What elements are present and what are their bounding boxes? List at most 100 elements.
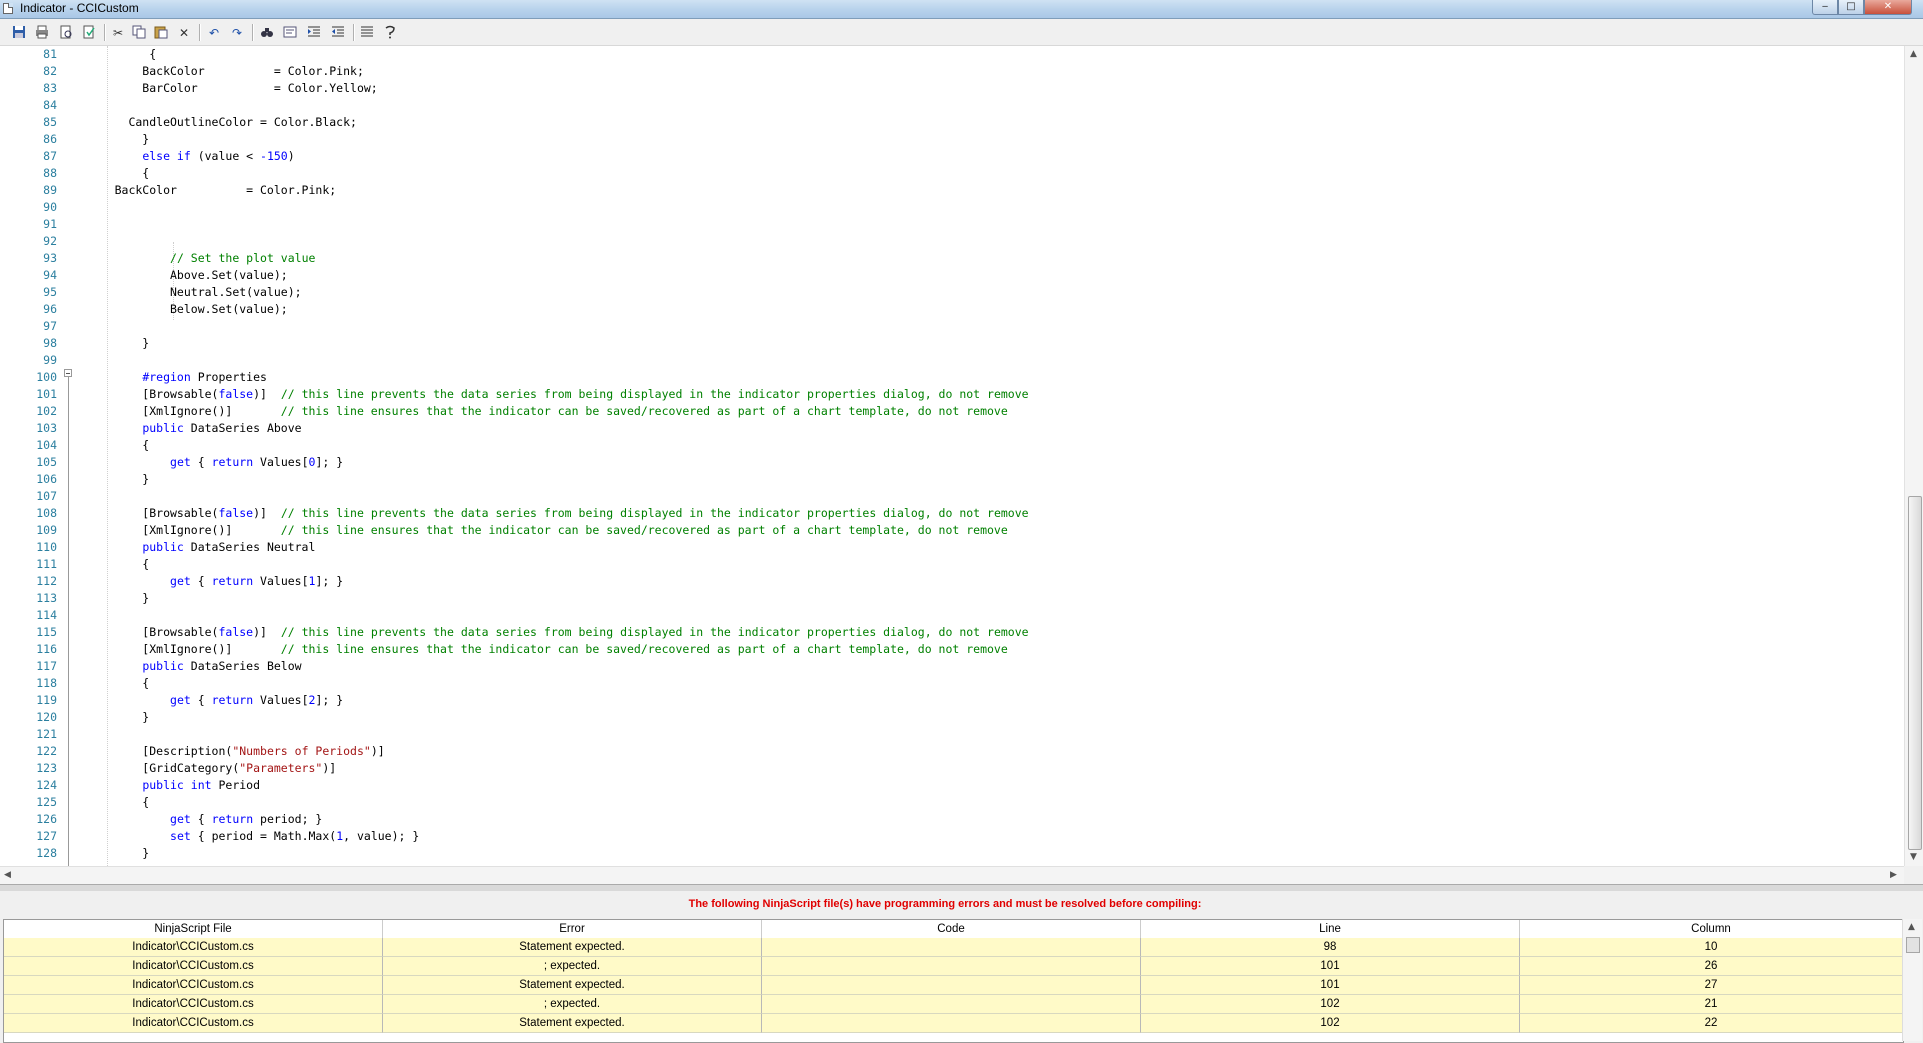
code-line[interactable]: 87 else if (value < -150) <box>0 148 1900 165</box>
redo-icon[interactable]: ↷ <box>229 25 245 41</box>
replace-icon[interactable] <box>282 25 298 41</box>
code-line[interactable]: 84 <box>0 97 1900 114</box>
code-line[interactable]: 105 get { return Values[0]; } <box>0 454 1900 471</box>
code-line[interactable]: 85 CandleOutlineColor = Color.Black; <box>0 114 1900 131</box>
code-line[interactable]: 86 } <box>0 131 1900 148</box>
editor-vertical-scrollbar[interactable]: ▲ ▼ <box>1904 46 1923 866</box>
code-text[interactable]: } <box>80 709 149 726</box>
code-text[interactable]: } <box>80 590 149 607</box>
column-header-file[interactable]: NinjaScript File <box>4 920 383 938</box>
code-line[interactable]: 88 { <box>0 165 1900 182</box>
code-line[interactable]: 127 set { period = Math.Max(1, value); } <box>0 828 1900 845</box>
cut-icon[interactable]: ✂ <box>110 25 126 41</box>
code-line[interactable]: 113 } <box>0 590 1900 607</box>
column-header-error[interactable]: Error <box>383 920 762 938</box>
code-line[interactable]: 123 [GridCategory("Parameters")] <box>0 760 1900 777</box>
find-icon[interactable] <box>259 25 275 41</box>
paste-icon[interactable] <box>153 25 169 41</box>
code-text[interactable]: public DataSeries Below <box>80 658 301 675</box>
code-text[interactable]: } <box>80 845 149 862</box>
minimize-button[interactable]: ‒ <box>1812 0 1838 15</box>
code-line[interactable]: 109 [XmlIgnore()] // this line ensures t… <box>0 522 1900 539</box>
code-text[interactable]: else if (value < -150) <box>80 148 294 165</box>
code-line[interactable]: 117 public DataSeries Below <box>0 658 1900 675</box>
code-text[interactable]: BackColor = Color.Pink; <box>80 182 337 199</box>
maximize-button[interactable]: □ <box>1838 0 1864 15</box>
code-line[interactable]: 93 // Set the plot value <box>0 250 1900 267</box>
print-preview-icon[interactable] <box>58 25 74 41</box>
code-line[interactable]: 108 [Browsable(false)] // this line prev… <box>0 505 1900 522</box>
copy-icon[interactable] <box>131 25 147 41</box>
code-line[interactable]: 125 { <box>0 794 1900 811</box>
code-line[interactable]: 119 get { return Values[2]; } <box>0 692 1900 709</box>
scroll-right-icon[interactable]: ▶ <box>1890 870 1897 880</box>
error-row[interactable]: Indicator\CCICustom.cs Statement expected… <box>4 1014 1903 1033</box>
code-line[interactable]: 110 public DataSeries Neutral <box>0 539 1900 556</box>
comment-icon[interactable] <box>359 25 375 41</box>
code-text[interactable]: [Browsable(false)] // this line prevents… <box>80 624 1028 641</box>
code-text[interactable]: get { return Values[1]; } <box>80 573 343 590</box>
outdent-icon[interactable] <box>330 25 346 41</box>
code-line[interactable]: 82 BackColor = Color.Pink; <box>0 63 1900 80</box>
code-text[interactable]: { <box>80 46 156 63</box>
column-header-line[interactable]: Line <box>1141 920 1520 938</box>
code-line[interactable]: 99 <box>0 352 1900 369</box>
code-line[interactable]: 126 get { return period; } <box>0 811 1900 828</box>
code-text[interactable]: { <box>80 675 149 692</box>
code-line[interactable]: 115 [Browsable(false)] // this line prev… <box>0 624 1900 641</box>
column-header-code[interactable]: Code <box>762 920 1141 938</box>
code-text[interactable]: { <box>80 437 149 454</box>
code-text[interactable]: Above.Set(value); <box>80 267 288 284</box>
error-row[interactable]: Indicator\CCICustom.cs; expected. 101 26 <box>4 957 1903 976</box>
code-line[interactable]: 112 get { return Values[1]; } <box>0 573 1900 590</box>
code-line[interactable]: 128 } <box>0 845 1900 862</box>
scroll-up-icon[interactable]: ▲ <box>1908 922 1915 932</box>
code-line[interactable]: 103 public DataSeries Above <box>0 420 1900 437</box>
code-text[interactable]: { <box>80 794 149 811</box>
code-line[interactable]: 90 <box>0 199 1900 216</box>
error-row[interactable]: Indicator\CCICustom.cs; expected. 102 21 <box>4 995 1903 1014</box>
code-text[interactable]: [Browsable(false)] // this line prevents… <box>80 505 1028 522</box>
code-text[interactable]: public int Period <box>80 777 260 794</box>
code-line[interactable]: 106 } <box>0 471 1900 488</box>
code-line[interactable]: 97 <box>0 318 1900 335</box>
code-line[interactable]: 96 Below.Set(value); <box>0 301 1900 318</box>
code-text[interactable]: // Set the plot value <box>80 250 315 267</box>
code-line[interactable]: 94 Above.Set(value); <box>0 267 1900 284</box>
scroll-down-icon[interactable]: ▼ <box>1910 852 1917 862</box>
code-line[interactable]: 121 <box>0 726 1900 743</box>
code-line[interactable]: 120 } <box>0 709 1900 726</box>
column-header-column[interactable]: Column <box>1520 920 1903 938</box>
scrollbar-thumb[interactable] <box>1908 496 1922 850</box>
uncomment-icon[interactable] <box>382 25 398 41</box>
code-line[interactable]: 104 { <box>0 437 1900 454</box>
code-line[interactable]: 111 { <box>0 556 1900 573</box>
code-line[interactable]: 102 [XmlIgnore()] // this line ensures t… <box>0 403 1900 420</box>
code-line[interactable]: 98 } <box>0 335 1900 352</box>
code-line[interactable]: 83 BarColor = Color.Yellow; <box>0 80 1900 97</box>
code-text[interactable]: #region Properties <box>80 369 267 386</box>
code-text[interactable]: BarColor = Color.Yellow; <box>80 80 377 97</box>
code-text[interactable]: } <box>80 131 149 148</box>
code-editor[interactable]: 81 {82 BackColor = Color.Pink; 83 BarColo… <box>0 46 1904 866</box>
code-text[interactable]: [GridCategory("Parameters")] <box>80 760 336 777</box>
error-grid-scrollbar[interactable]: ▲ <box>1902 919 1922 1041</box>
print-icon[interactable] <box>34 25 50 41</box>
code-text[interactable]: get { return Values[2]; } <box>80 692 343 709</box>
code-text[interactable]: CandleOutlineColor = Color.Black; <box>80 114 357 131</box>
code-line[interactable]: 95 Neutral.Set(value); <box>0 284 1900 301</box>
page-setup-icon[interactable] <box>81 25 97 41</box>
code-text[interactable]: set { period = Math.Max(1, value); } <box>80 828 419 845</box>
undo-icon[interactable]: ↶ <box>206 25 222 41</box>
save-icon[interactable] <box>11 25 27 41</box>
code-text[interactable]: public DataSeries Neutral <box>80 539 315 556</box>
code-text[interactable]: get { return period; } <box>80 811 322 828</box>
code-text[interactable]: } <box>80 471 149 488</box>
scrollbar-thumb[interactable] <box>1906 937 1920 953</box>
code-line[interactable]: 100 #region Properties <box>0 369 1900 386</box>
close-button[interactable]: ✕ <box>1864 0 1912 15</box>
code-line[interactable]: 124 public int Period <box>0 777 1900 794</box>
indent-icon[interactable] <box>306 25 322 41</box>
code-line[interactable]: 114 <box>0 607 1900 624</box>
code-text[interactable]: BackColor = Color.Pink; <box>80 63 364 80</box>
